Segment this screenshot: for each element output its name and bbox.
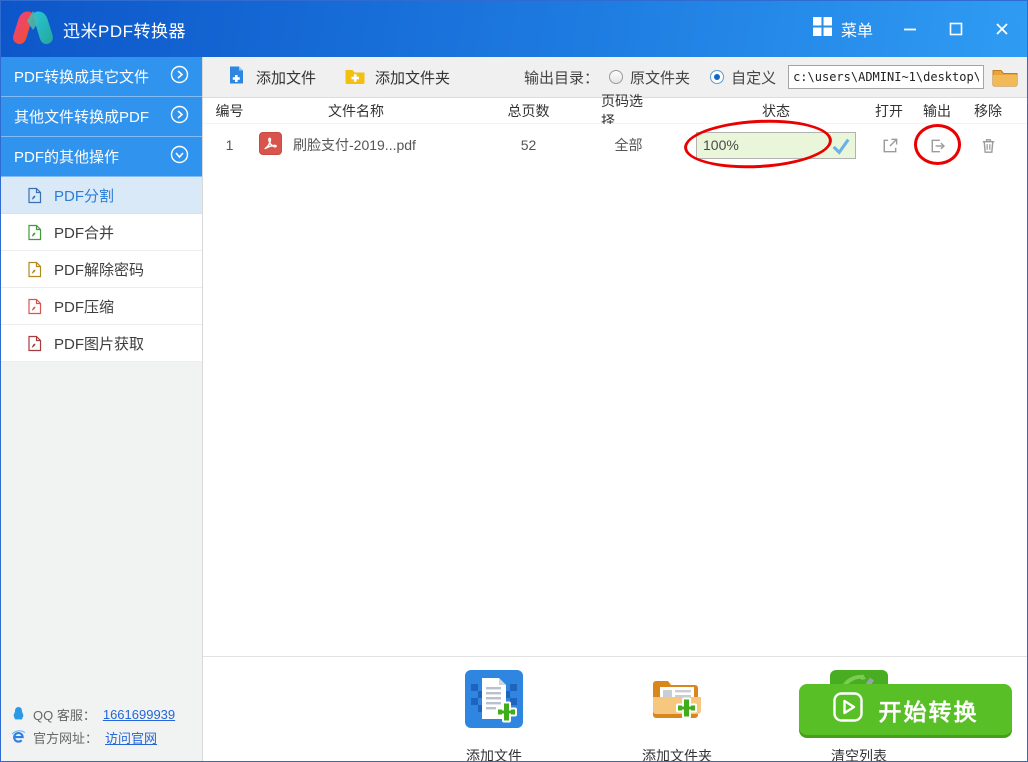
sidebar-item-pdf-extract-images[interactable]: PDF图片获取 (1, 325, 202, 362)
menu-button[interactable]: 菜单 (812, 17, 873, 41)
output-icon[interactable] (928, 136, 947, 155)
add-folder-big-button[interactable]: 添加文件夹 (617, 670, 737, 762)
pdf-doc-icon (28, 298, 42, 314)
official-site-link[interactable]: 访问官网 (105, 728, 157, 747)
row-number: 1 (225, 137, 234, 153)
add-file-big-label: 添加文件 (466, 748, 522, 762)
radio-original-folder-label[interactable]: 原文件夹 (630, 67, 690, 88)
pdf-file-icon (259, 132, 282, 158)
header-open: 打开 (875, 102, 903, 119)
output-path-input[interactable] (788, 65, 985, 89)
add-folder-icon (344, 66, 366, 89)
close-button[interactable] (993, 20, 1011, 38)
file-name: 刷脸支付-2019...pdf (293, 137, 416, 153)
chevron-right-circle-icon (170, 65, 189, 88)
app-title: 迅米PDF转换器 (63, 21, 186, 41)
browse-folder-button[interactable] (992, 67, 1018, 87)
sidebar-item-label: PDF合并 (54, 224, 115, 242)
add-file-big-icon (465, 670, 523, 733)
pdf-doc-icon (28, 335, 42, 351)
title-bar: 迅米PDF转换器 菜单 (1, 1, 1027, 57)
output-dir-label: 输出目录： (524, 69, 600, 87)
app-window: 迅米PDF转换器 菜单 PDF转换成其它文件 其他文件转换成PDF PDF的其他… (0, 0, 1028, 762)
pdf-doc-icon (28, 187, 42, 203)
sidebar-item-pdf-compress[interactable]: PDF压缩 (1, 288, 202, 325)
add-file-icon (227, 65, 247, 89)
add-file-button[interactable]: 添加文件 (227, 65, 316, 89)
remove-trash-icon[interactable] (979, 136, 998, 155)
add-folder-label: 添加文件夹 (375, 69, 451, 87)
folder-icon (992, 70, 1018, 87)
category-label: PDF转换成其它文件 (14, 69, 150, 86)
sidebar-item-label: PDF解除密码 (54, 261, 145, 279)
clear-list-label: 清空列表 (831, 748, 887, 762)
add-file-big-button[interactable]: 添加文件 (434, 670, 554, 762)
official-site-label: 官方网址： (33, 731, 99, 746)
minimize-button[interactable] (901, 20, 919, 38)
header-remove: 移除 (974, 102, 1002, 119)
progress-value: 100% (703, 137, 739, 153)
sidebar-item-pdf-remove-password[interactable]: PDF解除密码 (1, 251, 202, 288)
radio-original-folder[interactable] (609, 70, 624, 84)
done-check-icon (832, 138, 850, 155)
open-file-icon[interactable] (880, 136, 899, 155)
start-convert-button[interactable]: 开始转换 (799, 684, 1012, 735)
sidebar-item-label: PDF压缩 (54, 298, 115, 316)
qq-number-link[interactable]: 1661699939 (103, 707, 175, 722)
radio-custom[interactable] (710, 70, 725, 84)
sidebar-category-pdf-to-other[interactable]: PDF转换成其它文件 (1, 57, 202, 97)
chevron-right-circle-icon (170, 105, 189, 128)
qq-service-label: QQ 客服： (33, 708, 96, 723)
header-no: 编号 (215, 102, 244, 119)
add-folder-big-label: 添加文件夹 (642, 748, 712, 762)
sidebar: PDF转换成其它文件 其他文件转换成PDF PDF的其他操作 PDF分割 PDF… (1, 57, 203, 761)
pdf-doc-icon (28, 261, 42, 277)
browser-e-icon (11, 729, 26, 747)
app-logo-icon (9, 6, 57, 53)
sidebar-category-pdf-other-ops[interactable]: PDF的其他操作 (1, 137, 202, 177)
sidebar-category-other-to-pdf[interactable]: 其他文件转换成PDF (1, 97, 202, 137)
add-folder-big-icon (648, 670, 706, 733)
category-label: PDF的其他操作 (14, 149, 120, 166)
header-output: 输出 (923, 102, 951, 119)
menu-label: 菜单 (840, 23, 873, 40)
header-pages: 总页数 (507, 102, 550, 119)
table-row: 1 刷脸支付-2019...pdf 52 全部 100% (203, 124, 1027, 166)
add-folder-button[interactable]: 添加文件夹 (344, 66, 450, 89)
chevron-down-circle-icon (170, 145, 189, 168)
bottom-action-bar: 添加文件 添加文件夹 清空列表 开始转换 (203, 656, 1027, 761)
radio-custom-label[interactable]: 自定义 (731, 67, 776, 88)
header-filename: 文件名称 (328, 102, 384, 119)
sidebar-item-label: PDF图片获取 (54, 335, 145, 353)
pdf-doc-icon (28, 224, 42, 240)
maximize-button[interactable] (947, 20, 965, 38)
file-page-range[interactable]: 全部 (601, 135, 656, 155)
qq-icon (11, 706, 26, 724)
add-file-label: 添加文件 (256, 69, 317, 87)
category-label: 其他文件转换成PDF (14, 109, 150, 126)
play-icon (832, 691, 863, 728)
sidebar-item-pdf-split[interactable]: PDF分割 (1, 177, 202, 214)
progress-bar: 100% (696, 131, 856, 159)
sidebar-item-pdf-merge[interactable]: PDF合并 (1, 214, 202, 251)
file-table-header: 编号 文件名称 总页数 页码选择 状态 打开 输出 移除 (203, 93, 1027, 129)
file-page-count: 52 (520, 137, 537, 153)
header-status: 状态 (762, 102, 790, 119)
start-convert-label: 开始转换 (878, 698, 979, 725)
sidebar-footer: QQ 客服： 1661699939 官方网址： 访问官网 (11, 703, 175, 749)
grid-menu-icon (812, 17, 832, 41)
sidebar-item-label: PDF分割 (54, 187, 115, 205)
